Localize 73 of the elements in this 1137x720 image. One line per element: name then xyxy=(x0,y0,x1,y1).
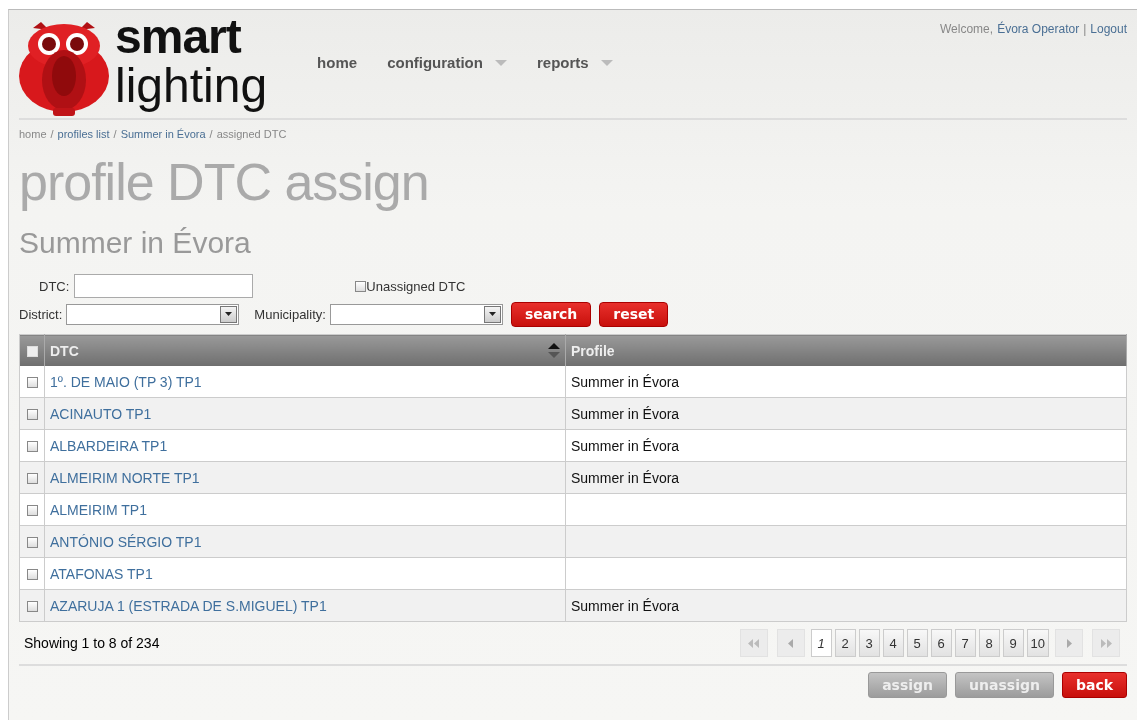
nav-link[interactable]: home xyxy=(317,54,358,71)
breadcrumb-separator: / xyxy=(113,128,117,140)
table-cell: Summer in Évora xyxy=(565,429,1127,462)
column-header: Profile xyxy=(565,334,1127,366)
sort-icon xyxy=(548,343,560,358)
field-label: District: xyxy=(19,306,63,322)
table-cell: Summer in Évora xyxy=(565,366,1127,398)
breadcrumb-link[interactable]: profiles list xyxy=(57,128,110,140)
row-checkbox[interactable] xyxy=(26,409,38,421)
dtc-link[interactable]: ANTÓNIO SÉRGIO TP1 xyxy=(50,533,202,550)
dtc-link[interactable]: ALMEIRIM NORTE TP1 xyxy=(50,469,200,486)
row-checkbox[interactable] xyxy=(26,441,38,453)
page-button[interactable]: 4 xyxy=(882,629,904,657)
user-link[interactable]: Évora Operator xyxy=(997,22,1080,36)
nav-link[interactable]: configuration xyxy=(387,54,483,71)
page-subtitle: Summer in Évora xyxy=(19,226,252,260)
next-page-button[interactable] xyxy=(1055,629,1083,657)
row-checkbox[interactable] xyxy=(26,537,38,549)
search-button[interactable]: search xyxy=(510,301,592,327)
page-button[interactable]: 9 xyxy=(1002,629,1024,657)
page-button[interactable]: 6 xyxy=(930,629,952,657)
nav-link[interactable]: reports xyxy=(536,54,589,71)
district-dropdown[interactable] xyxy=(66,303,240,325)
page-button[interactable]: 5 xyxy=(906,629,928,657)
row-checkbox[interactable] xyxy=(26,601,38,613)
dtc-link[interactable]: ALMEIRIM TP1 xyxy=(50,501,147,518)
row-checkbox[interactable] xyxy=(26,569,38,581)
page-button[interactable]: 3 xyxy=(858,629,880,657)
dropdown-caret-icon xyxy=(494,59,507,66)
logo-text: lighting xyxy=(115,60,268,112)
row-checkbox[interactable] xyxy=(26,377,38,389)
separator-text: | xyxy=(1083,22,1087,36)
breadcrumb-item: assigned DTC xyxy=(216,128,287,140)
showing-text: Showing 1 to 8 of 234 xyxy=(24,635,160,651)
field-label: DTC: xyxy=(39,278,70,294)
breadcrumb-link[interactable]: Summer in Évora xyxy=(120,128,206,140)
previous-page-button[interactable] xyxy=(776,629,805,657)
breadcrumb-item: home xyxy=(19,128,47,140)
dtc-input-field[interactable] xyxy=(74,274,254,298)
last-page-icon xyxy=(1100,638,1112,648)
select-all-checkbox[interactable] xyxy=(26,346,38,358)
first-page-icon xyxy=(747,638,760,648)
dropdown-caret-icon xyxy=(600,59,613,66)
checkbox-label: Unassigned DTC xyxy=(366,278,466,294)
page-button[interactable]: 10 xyxy=(1026,629,1049,657)
dtc-link[interactable]: 1º. DE MAIO (TP 3) TP1 xyxy=(50,373,202,390)
table-cell: Summer in Évora xyxy=(565,397,1127,430)
welcome-text: Welcome, xyxy=(940,22,994,36)
dtc-link[interactable]: ACINAUTO TP1 xyxy=(50,405,152,422)
column-header[interactable]: DTC xyxy=(50,342,79,359)
breadcrumb-separator: / xyxy=(209,128,213,140)
page-button[interactable]: 1 xyxy=(810,629,832,657)
page-title: profile DTC assign xyxy=(19,154,430,210)
dropdown-arrow-icon xyxy=(225,312,233,316)
first-page-button[interactable] xyxy=(739,629,768,657)
row-checkbox[interactable] xyxy=(26,505,38,517)
logo-text: smart xyxy=(115,14,243,60)
logout-link[interactable]: Logout xyxy=(1090,22,1127,36)
breadcrumb-separator: / xyxy=(50,128,54,140)
row-checkbox[interactable] xyxy=(26,473,38,485)
dtc-link[interactable]: ATAFONAS TP1 xyxy=(50,565,153,582)
reset-button[interactable]: reset xyxy=(599,301,669,327)
field-label: Municipality: xyxy=(254,306,326,322)
table-cell: Summer in Évora xyxy=(565,461,1127,494)
dropdown-arrow-icon xyxy=(488,312,496,316)
municipality-dropdown[interactable] xyxy=(329,303,503,325)
page-button[interactable]: 8 xyxy=(978,629,1000,657)
page-button[interactable]: 2 xyxy=(834,629,856,657)
dtc-link[interactable]: ALBARDEIRA TP1 xyxy=(50,437,168,454)
action-button[interactable]: back xyxy=(1061,672,1127,698)
page-button[interactable]: 7 xyxy=(954,629,976,657)
unassigned-checkbox[interactable] xyxy=(355,280,367,292)
table-cell: Summer in Évora xyxy=(565,589,1127,622)
